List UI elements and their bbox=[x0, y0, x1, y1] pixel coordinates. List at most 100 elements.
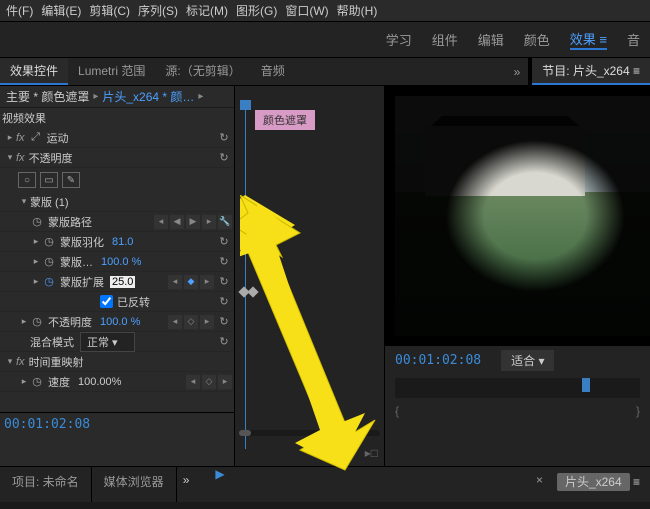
opacity-row[interactable]: ▸ ◷ 不透明度 100.0 % ◂ ◇ ▸ ↻ bbox=[0, 312, 234, 332]
menu-item[interactable]: 标记(M) bbox=[182, 0, 232, 21]
prev-keyframe-icon[interactable]: ◂ bbox=[154, 215, 168, 229]
feather-value[interactable]: 81.0 bbox=[112, 236, 133, 248]
stopwatch-icon[interactable]: ◷ bbox=[42, 255, 56, 269]
mask-shape-buttons: ○ ▭ ✎ bbox=[0, 168, 234, 192]
time-remap-row[interactable]: ▾ fx 时间重映射 bbox=[0, 352, 234, 372]
menu-item[interactable]: 件(F) bbox=[2, 0, 37, 21]
workspace-tab[interactable]: 效果 ≡ bbox=[570, 29, 607, 50]
menu-item[interactable]: 图形(G) bbox=[232, 0, 281, 21]
program-tab-label: 节目: 片头_x264 bbox=[542, 64, 629, 78]
speed-value[interactable]: 100.00% bbox=[78, 376, 121, 388]
breadcrumb-item-master[interactable]: 主要 * 颜色遮罩 bbox=[6, 88, 89, 105]
stopwatch-icon[interactable]: ◷ bbox=[30, 315, 44, 329]
workspace-tab[interactable]: 音 bbox=[627, 30, 640, 49]
add-keyframe-icon[interactable]: ◇ bbox=[202, 375, 216, 389]
tab-project[interactable]: 项目: 未命名 bbox=[0, 467, 92, 502]
reset-icon[interactable]: ↻ bbox=[216, 234, 232, 250]
stopwatch-icon[interactable]: ◷ bbox=[42, 235, 56, 249]
rect-mask-button[interactable]: ▭ bbox=[40, 172, 58, 188]
twisty-icon: ▾ bbox=[4, 152, 16, 163]
tab-audio[interactable]: 音频 bbox=[251, 58, 295, 85]
blend-mode-row[interactable]: 混合模式 正常 ▾ ↻ bbox=[0, 332, 234, 352]
mask-opacity-value[interactable]: 100.0 % bbox=[101, 256, 141, 268]
add-keyframe-icon[interactable]: ◆ bbox=[184, 275, 198, 289]
mask-feather-row[interactable]: ▸ ◷ 蒙版羽化 81.0 ↻ bbox=[0, 232, 234, 252]
tab-source[interactable]: 源:（无剪辑） bbox=[155, 58, 250, 85]
program-scrubber[interactable] bbox=[395, 378, 640, 398]
next-keyframe-icon[interactable]: ▸ bbox=[200, 315, 214, 329]
menu-item[interactable]: 编辑(E) bbox=[37, 0, 85, 21]
blend-mode-select[interactable]: 正常 ▾ bbox=[80, 332, 135, 352]
play-icon[interactable]: ▶ bbox=[215, 467, 224, 502]
preview-canvas[interactable] bbox=[385, 86, 650, 346]
app-menubar: 件(F)编辑(E)剪辑(C)序列(S)标记(M)图形(G)窗口(W)帮助(H) bbox=[0, 0, 650, 22]
tab-lumetri-scopes[interactable]: Lumetri 范围 bbox=[68, 58, 155, 85]
effect-motion[interactable]: ▸ fx ⤢ 运动 ↻ bbox=[0, 128, 234, 148]
menu-item[interactable]: 窗口(W) bbox=[281, 0, 332, 21]
reset-icon[interactable]: ↻ bbox=[216, 150, 232, 166]
timeline-clip-chip[interactable]: 片头_x264 bbox=[557, 473, 630, 491]
reset-icon[interactable]: ↻ bbox=[216, 334, 232, 350]
breadcrumb-item-clip[interactable]: 片头_x264 * 颜… bbox=[102, 88, 194, 105]
invert-checkbox[interactable] bbox=[100, 295, 113, 308]
menu-item[interactable]: 帮助(H) bbox=[333, 0, 382, 21]
workspace-tab[interactable]: 学习 bbox=[386, 30, 412, 49]
tab-effect-controls[interactable]: 效果控件 bbox=[0, 58, 68, 85]
transform-icon: ⤢ bbox=[29, 131, 43, 145]
wrench-icon[interactable]: 🔧 bbox=[218, 215, 232, 229]
next-keyframe-icon[interactable]: ▸ bbox=[218, 375, 232, 389]
program-timecode[interactable]: 00:01:02:08 bbox=[395, 353, 481, 368]
playhead-line bbox=[245, 104, 246, 449]
workspace-tab[interactable]: 颜色 bbox=[524, 30, 550, 49]
prev-keyframe-icon[interactable]: ◂ bbox=[186, 375, 200, 389]
more-tabs-icon[interactable]: » bbox=[514, 65, 521, 79]
program-monitor: 00:01:02:08 适合 ▾ { } bbox=[385, 86, 650, 466]
next-frame-icon[interactable]: ▶ bbox=[186, 215, 200, 229]
speed-row[interactable]: ▸ ◷ 速度 100.00% ◂ ◇ ▸ bbox=[0, 372, 234, 392]
reset-icon[interactable]: ↻ bbox=[216, 294, 232, 310]
playhead-marker[interactable] bbox=[582, 378, 590, 392]
mask-path-row[interactable]: ◷ 蒙版路径 ◂ ◀ ▶ ▸ 🔧 bbox=[0, 212, 234, 232]
stopwatch-on-icon[interactable]: ◷ bbox=[42, 275, 56, 289]
workspace-tab[interactable]: 编辑 bbox=[478, 30, 504, 49]
reset-icon[interactable]: ↻ bbox=[216, 130, 232, 146]
add-keyframe-icon[interactable]: ◇ bbox=[184, 315, 198, 329]
effect-timecode: 00:01:02:08 bbox=[0, 412, 234, 436]
invert-mask-row[interactable]: 已反转 ↻ bbox=[0, 292, 234, 312]
bracket-out-icon[interactable]: } bbox=[636, 404, 640, 418]
zoom-scrollbar[interactable] bbox=[239, 430, 380, 436]
next-keyframe-icon[interactable]: ▸ bbox=[200, 275, 214, 289]
reset-icon[interactable]: ↻ bbox=[216, 254, 232, 270]
workspace-tab[interactable]: 组件 bbox=[432, 30, 458, 49]
expansion-value-input[interactable]: 25.0 bbox=[110, 276, 135, 288]
mask-group[interactable]: ▾ 蒙版 (1) bbox=[0, 192, 234, 212]
effect-opacity[interactable]: ▾ fx 不透明度 ↻ bbox=[0, 148, 234, 168]
stopwatch-icon[interactable]: ◷ bbox=[30, 215, 44, 229]
menu-item[interactable]: 序列(S) bbox=[134, 0, 182, 21]
keyframe-diamond[interactable] bbox=[247, 286, 258, 297]
menu-item[interactable]: 剪辑(C) bbox=[85, 0, 134, 21]
workspace-switcher: 学习 组件 编辑 颜色 效果 ≡ 音 bbox=[0, 22, 650, 58]
prev-keyframe-icon[interactable]: ◂ bbox=[168, 275, 182, 289]
pen-mask-button[interactable]: ✎ bbox=[62, 172, 80, 188]
zoom-fit-select[interactable]: 适合 ▾ bbox=[501, 350, 554, 371]
mask-expansion-row[interactable]: ▸ ◷ 蒙版扩展 25.0 ◂ ◆ ▸ ↻ bbox=[0, 272, 234, 292]
twisty-icon: ▸ bbox=[4, 132, 16, 143]
ellipse-mask-button[interactable]: ○ bbox=[18, 172, 36, 188]
stopwatch-icon[interactable]: ◷ bbox=[30, 375, 44, 389]
playhead-icon[interactable]: ◀ bbox=[170, 215, 184, 229]
next-keyframe-icon[interactable]: ▸ bbox=[202, 215, 216, 229]
mask-opacity-row[interactable]: ▸ ◷ 蒙版… 100.0 % ↻ bbox=[0, 252, 234, 272]
keyframe-timeline[interactable]: 颜色遮罩 ▸□ bbox=[235, 86, 385, 466]
reset-icon[interactable]: ↻ bbox=[216, 314, 232, 330]
clip-label: 颜色遮罩 bbox=[255, 110, 315, 130]
chevron-right-icon: ▸ bbox=[93, 91, 98, 102]
tab-media-browser[interactable]: 媒体浏览器 bbox=[92, 467, 177, 502]
tab-program[interactable]: 节目: 片头_x264 ≡ bbox=[532, 58, 650, 85]
more-icon[interactable]: » bbox=[177, 467, 196, 502]
opacity-value[interactable]: 100.0 % bbox=[100, 316, 140, 328]
reset-icon[interactable]: ↻ bbox=[216, 274, 232, 290]
expand-icon[interactable]: ▸□ bbox=[365, 446, 378, 460]
prev-keyframe-icon[interactable]: ◂ bbox=[168, 315, 182, 329]
bracket-in-icon[interactable]: { bbox=[395, 404, 399, 418]
